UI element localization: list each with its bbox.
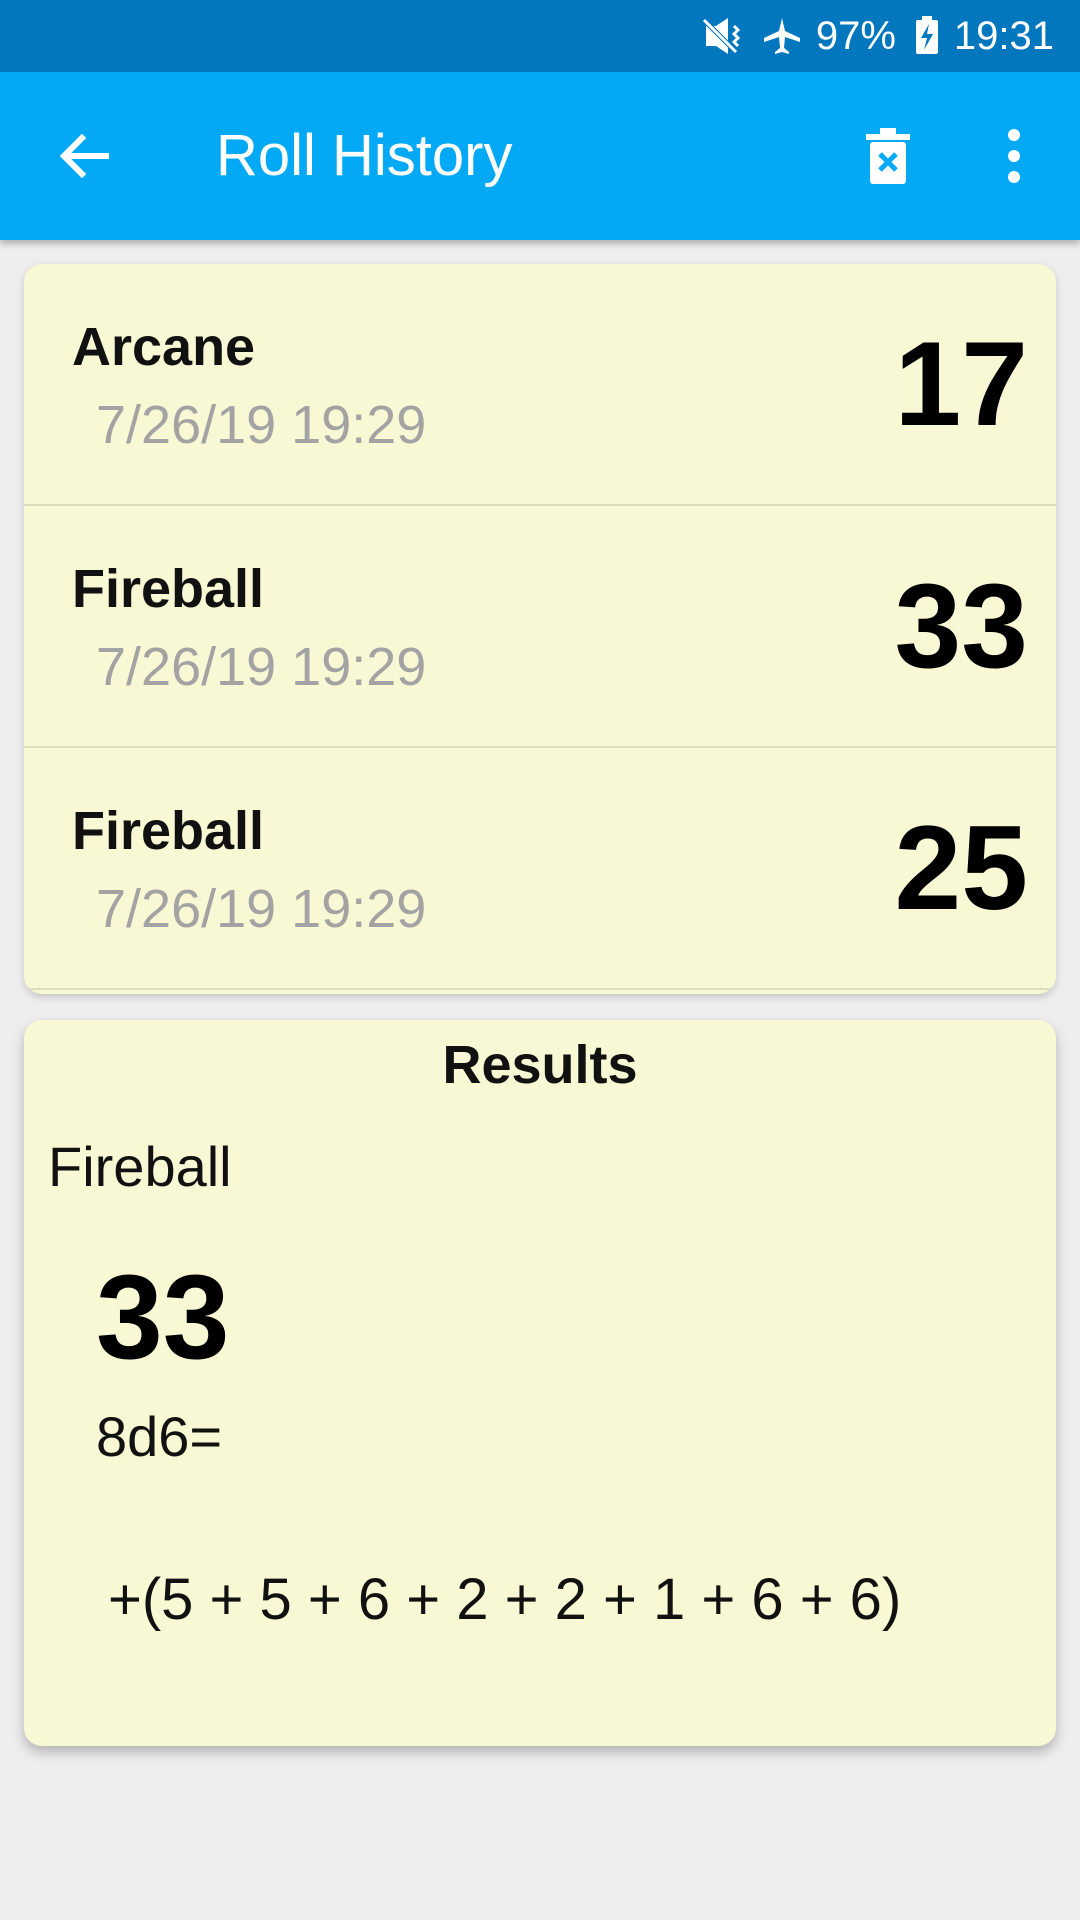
- roll-timestamp: 7/26/19 19:29: [96, 879, 427, 939]
- app-bar: Roll History: [0, 72, 1080, 240]
- result-dice-formula: 8d6=: [96, 1405, 223, 1468]
- roll-name: Arcane: [72, 317, 256, 377]
- roll-name: Fireball: [72, 559, 265, 619]
- back-button[interactable]: [40, 118, 128, 194]
- overflow-menu-button[interactable]: [974, 116, 1054, 196]
- delete-history-icon: [866, 128, 910, 184]
- history-row[interactable]: Fireball 7/26/19 19:29 25: [24, 748, 1056, 990]
- history-row[interactable]: Fireball 7/26/19 19:29 33: [24, 506, 1056, 748]
- roll-timestamp: 7/26/19 19:29: [96, 395, 427, 455]
- back-arrow-icon: [59, 133, 109, 179]
- airplane-mode-icon: [762, 16, 802, 56]
- vibrate-mute-icon: [700, 16, 744, 56]
- result-dice-breakdown: +(5 + 5 + 6 + 2 + 2 + 1 + 6 + 6): [108, 1567, 902, 1632]
- result-roll-name: Fireball: [48, 1135, 232, 1198]
- roll-history-list: Arcane 7/26/19 19:29 17 Fireball 7/26/19…: [24, 264, 1056, 994]
- roll-total: 33: [894, 559, 1028, 693]
- status-bar: 97% 19:31: [0, 0, 1080, 72]
- roll-total: 25: [894, 801, 1028, 935]
- roll-name: Fireball: [72, 801, 265, 861]
- history-row[interactable]: Arcane 7/26/19 19:29 17: [24, 264, 1056, 506]
- page-title: Roll History: [216, 123, 513, 188]
- battery-charging-icon: [914, 16, 940, 56]
- overflow-menu-icon: [1008, 129, 1020, 183]
- delete-history-button[interactable]: [848, 116, 928, 196]
- battery-percent: 97%: [815, 13, 896, 58]
- roll-timestamp: 7/26/19 19:29: [96, 637, 427, 697]
- status-time: 19:31: [953, 13, 1054, 58]
- roll-total: 17: [894, 317, 1028, 451]
- results-title: Results: [442, 1035, 638, 1095]
- result-total: 33: [96, 1250, 230, 1384]
- results-card: Results Fireball 33 8d6= +(5 + 5 + 6 + 2…: [24, 1020, 1056, 1746]
